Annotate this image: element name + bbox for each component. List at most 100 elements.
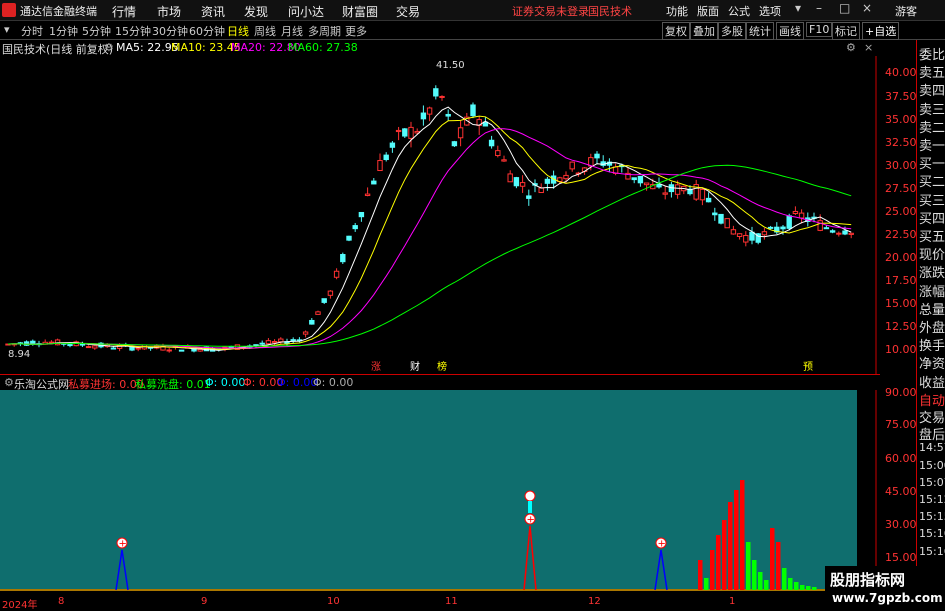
- candle[interactable]: [340, 252, 346, 264]
- signal-plus-icon[interactable]: [524, 490, 536, 502]
- candle[interactable]: [730, 225, 737, 235]
- tab-daily[interactable]: 日线: [227, 23, 249, 39]
- tongji-button[interactable]: 统计: [746, 22, 774, 40]
- sidebar-item-20[interactable]: 交易: [919, 407, 945, 426]
- candle[interactable]: [705, 192, 712, 203]
- candle[interactable]: [54, 338, 61, 346]
- candle[interactable]: [848, 232, 854, 239]
- sidebar-item-22[interactable]: 14:57: [919, 441, 945, 454]
- candle[interactable]: [643, 182, 650, 191]
- candle[interactable]: [389, 141, 396, 153]
- marker-bang[interactable]: 榜: [437, 360, 447, 373]
- sidebar-item-16[interactable]: 换手: [919, 335, 945, 354]
- candle[interactable]: [495, 145, 501, 158]
- sidebar-item-3[interactable]: 卖三: [919, 99, 945, 118]
- menu-hangqing[interactable]: 行情: [112, 3, 136, 20]
- candle[interactable]: [637, 175, 644, 187]
- candle[interactable]: [507, 170, 513, 183]
- candle[interactable]: [30, 339, 36, 346]
- candle[interactable]: [774, 222, 780, 235]
- candle[interactable]: [445, 109, 451, 122]
- candle[interactable]: [792, 206, 799, 215]
- menu-jiaoyi[interactable]: 交易: [396, 3, 420, 20]
- candle[interactable]: [681, 185, 687, 195]
- candle[interactable]: [513, 176, 520, 189]
- candle[interactable]: [383, 152, 389, 162]
- candle[interactable]: [470, 102, 476, 119]
- candle[interactable]: [488, 135, 495, 149]
- tab-15min[interactable]: 15分钟: [115, 23, 151, 39]
- candle[interactable]: [724, 218, 730, 229]
- sidebar-item-1[interactable]: 卖五: [919, 62, 945, 81]
- candle[interactable]: [594, 151, 600, 165]
- sidebar-item-2[interactable]: 卖四: [919, 80, 945, 99]
- sidebar-item-21[interactable]: 盘后: [919, 424, 945, 443]
- candle[interactable]: [426, 106, 433, 122]
- guest-label[interactable]: 游客: [895, 3, 917, 19]
- candle[interactable]: [544, 176, 551, 191]
- candle[interactable]: [631, 177, 637, 184]
- menu-caifuquan[interactable]: 财富圈: [342, 3, 378, 20]
- candle[interactable]: [178, 349, 185, 352]
- candle[interactable]: [625, 167, 631, 180]
- indicator-chart[interactable]: + + +: [0, 390, 916, 596]
- diejia-button[interactable]: 叠加: [690, 22, 718, 40]
- candle[interactable]: [23, 340, 30, 346]
- candle[interactable]: [501, 155, 507, 162]
- settings-icon[interactable]: ⚙: [846, 41, 856, 54]
- sidebar-item-9[interactable]: 买四: [919, 208, 945, 227]
- sidebar-item-23[interactable]: 15:00: [919, 459, 945, 472]
- fuquan-button[interactable]: 复权: [662, 22, 690, 40]
- sidebar-item-13[interactable]: 涨幅: [919, 281, 945, 300]
- candle[interactable]: [327, 290, 334, 299]
- sidebar-item-15[interactable]: 外盘: [919, 317, 945, 336]
- sidebar-item-5[interactable]: 卖一: [919, 135, 945, 154]
- login-warning[interactable]: 证券交易未登录: [512, 3, 589, 19]
- sidebar-item-12[interactable]: 涨跌: [919, 262, 945, 281]
- sidebar-item-24[interactable]: 15:07: [919, 476, 945, 489]
- marker-cai[interactable]: 财: [410, 360, 420, 373]
- candle[interactable]: [402, 128, 408, 138]
- candle[interactable]: [829, 229, 836, 234]
- candle[interactable]: [699, 187, 706, 206]
- tab-weekly[interactable]: 周线: [254, 23, 276, 39]
- candle[interactable]: [519, 175, 526, 193]
- candle[interactable]: [439, 95, 445, 101]
- candle[interactable]: [141, 344, 148, 350]
- candle[interactable]: [321, 298, 327, 305]
- candle[interactable]: [408, 121, 414, 148]
- sidebar-item-8[interactable]: 买三: [919, 190, 945, 209]
- candle[interactable]: [352, 222, 358, 232]
- candle[interactable]: [526, 189, 532, 206]
- settings-gear-icon[interactable]: ⚙: [104, 41, 114, 54]
- candle[interactable]: [451, 140, 458, 147]
- maximize-icon[interactable]: □: [839, 1, 850, 15]
- candle[interactable]: [358, 211, 365, 222]
- menu-xuanxiang[interactable]: 选项: [759, 3, 781, 19]
- sidebar-item-27[interactable]: 15:16: [919, 527, 945, 540]
- sidebar-item-25[interactable]: 15:12: [919, 493, 945, 506]
- huaxian-button[interactable]: 画线: [776, 22, 804, 40]
- close-icon[interactable]: ×: [862, 1, 872, 15]
- candle[interactable]: [290, 337, 296, 344]
- candle[interactable]: [761, 228, 768, 240]
- close-pane-icon[interactable]: ×: [864, 41, 873, 54]
- sidebar-item-10[interactable]: 买五: [919, 226, 945, 245]
- duogu-button[interactable]: 多股: [718, 22, 746, 40]
- sidebar-item-26[interactable]: 15:15: [919, 510, 945, 523]
- sidebar-item-7[interactable]: 买二: [919, 171, 945, 190]
- candle[interactable]: [67, 344, 73, 348]
- tab-30min[interactable]: 30分钟: [152, 23, 188, 39]
- candle[interactable]: [718, 213, 724, 225]
- candle[interactable]: [79, 341, 86, 348]
- candle[interactable]: [433, 85, 439, 100]
- menu-faxian[interactable]: 发现: [244, 3, 268, 20]
- sidebar-item-17[interactable]: 净资: [919, 353, 945, 372]
- candle[interactable]: [346, 235, 352, 242]
- sidebar-item-0[interactable]: 委比: [919, 44, 945, 63]
- menu-gongshi[interactable]: 公式: [728, 3, 750, 19]
- menu-zixun[interactable]: 资讯: [201, 3, 225, 20]
- candle[interactable]: [333, 268, 340, 280]
- add-watchlist-button[interactable]: +自选: [862, 22, 900, 40]
- candle[interactable]: [364, 187, 371, 197]
